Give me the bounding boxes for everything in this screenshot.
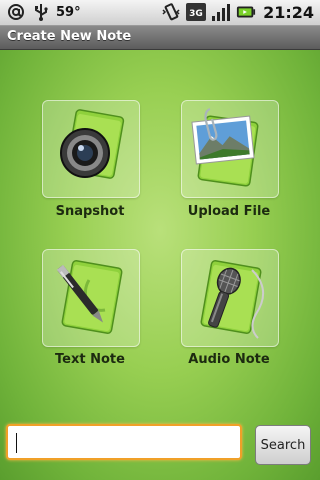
page-title: Create New Note <box>7 29 132 44</box>
upload-file-button[interactable] <box>181 100 279 198</box>
upload-file-label: Upload File <box>187 204 271 219</box>
search-button[interactable]: Search <box>255 425 311 465</box>
status-bar: 59° 3G 21:24 <box>0 0 320 26</box>
audio-note-label: Audio Note <box>188 352 270 367</box>
camera-icon <box>60 109 125 179</box>
text-note-label: Text Note <box>55 352 125 367</box>
signal-bars-icon <box>211 2 231 22</box>
snapshot-button[interactable] <box>42 100 140 198</box>
snapshot-label: Snapshot <box>55 204 125 219</box>
svg-text:3G: 3G <box>189 9 203 19</box>
battery-icon <box>236 2 256 22</box>
at-sign-icon <box>6 2 26 22</box>
text-cursor <box>16 433 17 453</box>
microphone-icon <box>200 260 264 339</box>
vibrate-icon <box>161 2 181 22</box>
usb-icon <box>31 2 51 22</box>
signal-3g-icon: 3G <box>186 2 207 22</box>
audio-note-button[interactable] <box>181 249 279 347</box>
search-input[interactable] <box>6 424 242 460</box>
pen-icon <box>56 260 123 334</box>
clock-text: 21:24 <box>263 2 314 22</box>
temperature-text: 59° <box>56 4 81 20</box>
photo-upload-icon <box>191 107 259 187</box>
text-note-button[interactable] <box>42 249 140 347</box>
title-bar: Create New Note <box>0 26 320 50</box>
note-type-grid: Snapshot Upload File Text Note Audio Not… <box>0 50 320 480</box>
